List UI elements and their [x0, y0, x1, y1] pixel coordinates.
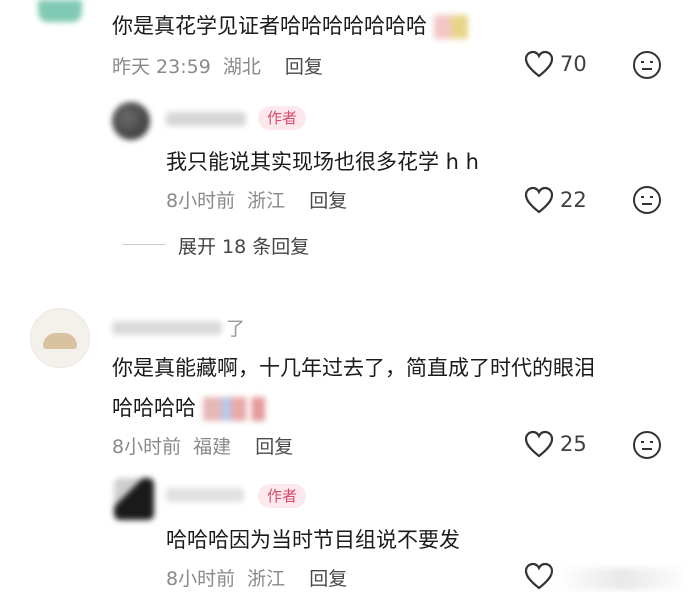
- like-button[interactable]: 22: [524, 186, 587, 214]
- emoji-sticker-icon: [202, 397, 265, 421]
- avatar[interactable]: [30, 308, 90, 368]
- avatar[interactable]: [114, 478, 154, 520]
- username[interactable]: [166, 488, 244, 502]
- reply-meta: 8小时前 浙江 回复: [166, 568, 348, 590]
- author-tag: 作者: [258, 106, 307, 130]
- reply-button[interactable]: 回复: [285, 56, 323, 78]
- like-count: 25: [560, 432, 587, 456]
- reply-button[interactable]: 回复: [309, 190, 347, 212]
- like-count: 70: [560, 52, 587, 76]
- expand-replies-button[interactable]: 展开 18 条回复: [178, 232, 309, 259]
- heart-outline-icon: [524, 50, 554, 78]
- emoji-sticker-icon: [433, 15, 468, 39]
- reply-text: 我只能说其实现场也很多花学 h h: [166, 150, 479, 174]
- meh-face-icon: [633, 51, 661, 79]
- expand-divider: [122, 244, 166, 245]
- username[interactable]: [166, 112, 246, 126]
- avatar-image: [43, 333, 77, 349]
- reply-text: 哈哈哈因为当时节目组说不要发: [166, 528, 460, 552]
- reply-button[interactable]: 回复: [255, 436, 293, 458]
- heart-outline-icon: [524, 186, 554, 214]
- meh-face-icon: [633, 186, 661, 214]
- comment-meta: 昨天 23:59 湖北 回复: [112, 56, 323, 78]
- meh-face-icon: [633, 431, 661, 459]
- reply-meta: 8小时前 浙江 回复: [166, 190, 348, 212]
- dislike-button[interactable]: [632, 185, 662, 215]
- username-blurred: [112, 320, 222, 335]
- comment-text-line2: 哈哈哈哈: [112, 392, 265, 422]
- comment-text: 你是真能藏啊，十几年过去了，简直成了时代的眼泪: [112, 356, 595, 380]
- like-count: 22: [560, 188, 587, 212]
- reply-button[interactable]: 回复: [309, 568, 347, 590]
- username[interactable]: 了: [112, 314, 245, 341]
- like-button[interactable]: [524, 562, 554, 590]
- author-tag: 作者: [258, 484, 307, 508]
- dislike-button[interactable]: [632, 430, 662, 460]
- watermark-overlay: [556, 568, 690, 590]
- avatar[interactable]: [112, 102, 150, 140]
- comment-text: 你是真花学见证者哈哈哈哈哈哈哈: [112, 10, 468, 40]
- heart-outline-icon: [524, 430, 554, 458]
- comment-meta: 8小时前 福建 回复: [112, 436, 294, 458]
- avatar[interactable]: [38, 0, 82, 22]
- like-button[interactable]: 70: [524, 50, 587, 78]
- like-button[interactable]: 25: [524, 430, 587, 458]
- heart-outline-icon: [524, 562, 554, 590]
- dislike-button[interactable]: [632, 50, 662, 80]
